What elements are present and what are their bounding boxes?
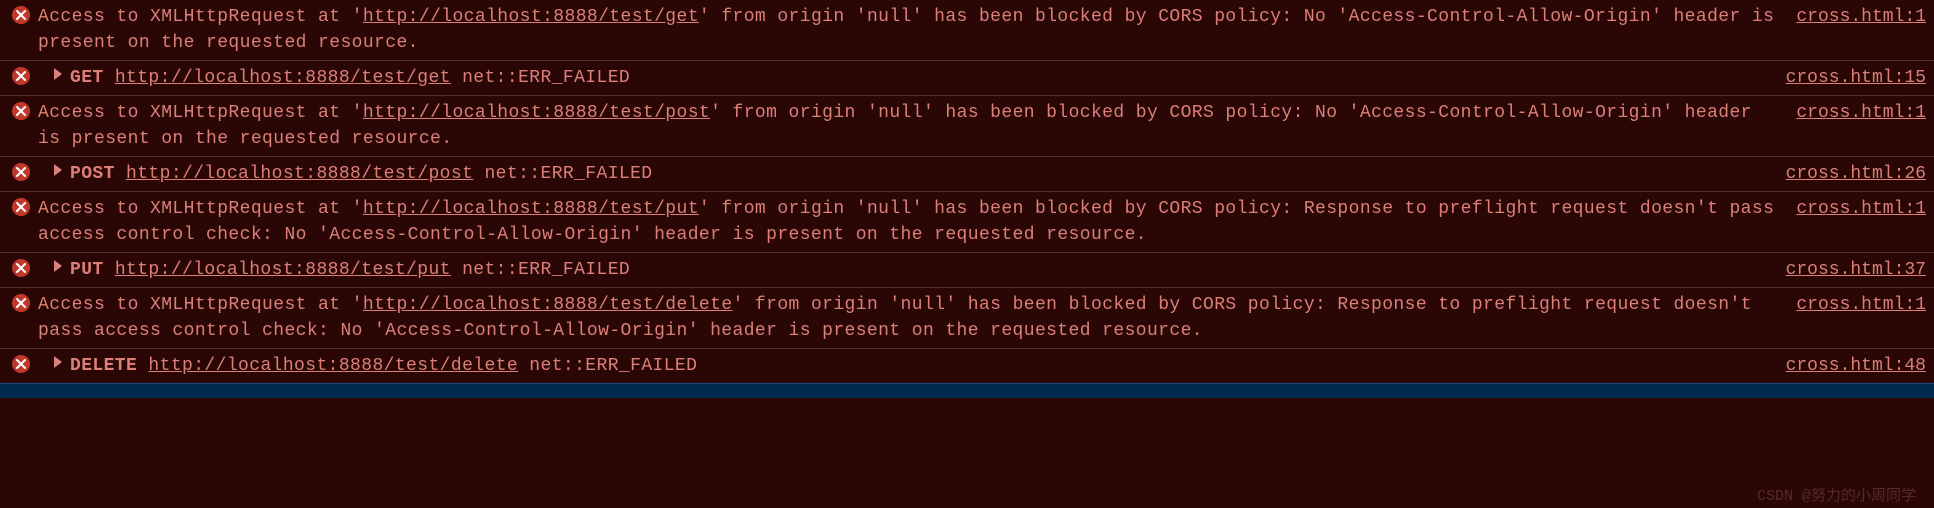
url-link[interactable]: http://localhost:8888/test/get — [115, 68, 451, 88]
message-text: Access to XMLHttpRequest at ' — [38, 7, 363, 27]
console-error-row[interactable]: POST http://localhost:8888/test/post net… — [0, 156, 1934, 191]
error-message: Access to XMLHttpRequest at 'http://loca… — [38, 292, 1776, 344]
error-message: Access to XMLHttpRequest at 'http://loca… — [38, 4, 1776, 56]
error-message: Access to XMLHttpRequest at 'http://loca… — [38, 100, 1776, 152]
error-icon — [12, 67, 30, 85]
url-link[interactable]: http://localhost:8888/test/post — [363, 103, 710, 123]
url-link[interactable]: http://localhost:8888/test/put — [115, 260, 451, 280]
source-link[interactable]: cross.html:1 — [1776, 196, 1926, 222]
error-icon — [12, 163, 30, 181]
devtools-console: Access to XMLHttpRequest at 'http://loca… — [0, 0, 1934, 383]
console-error-row[interactable]: PUT http://localhost:8888/test/put net::… — [0, 252, 1934, 287]
console-error-row[interactable]: Access to XMLHttpRequest at 'http://loca… — [0, 0, 1934, 60]
error-icon — [12, 6, 30, 24]
message-text: PUT — [70, 260, 115, 280]
source-link[interactable]: cross.html:1 — [1776, 100, 1926, 126]
url-link[interactable]: http://localhost:8888/test/delete — [363, 295, 733, 315]
message-text: net::ERR_FAILED — [451, 68, 630, 88]
message-text: GET — [70, 68, 115, 88]
error-icon — [12, 198, 30, 216]
url-link[interactable]: http://localhost:8888/test/post — [126, 164, 473, 184]
message-text: net::ERR_FAILED — [518, 356, 697, 376]
source-link[interactable]: cross.html:26 — [1766, 161, 1926, 187]
expand-toggle-icon[interactable] — [54, 260, 62, 272]
message-text: net::ERR_FAILED — [473, 164, 652, 184]
message-text: DELETE — [70, 356, 148, 376]
source-link[interactable]: cross.html:1 — [1776, 292, 1926, 318]
url-link[interactable]: http://localhost:8888/test/get — [363, 7, 699, 27]
url-link[interactable]: http://localhost:8888/test/delete — [148, 356, 518, 376]
expand-toggle-icon[interactable] — [54, 164, 62, 176]
watermark: CSDN @努力的小周同学 — [1757, 484, 1916, 505]
message-text: POST — [70, 164, 126, 184]
source-link[interactable]: cross.html:15 — [1766, 65, 1926, 91]
message-text: Access to XMLHttpRequest at ' — [38, 103, 363, 123]
message-text: Access to XMLHttpRequest at ' — [38, 295, 363, 315]
console-error-row[interactable]: DELETE http://localhost:8888/test/delete… — [0, 348, 1934, 383]
error-icon — [12, 102, 30, 120]
expand-toggle-icon[interactable] — [54, 356, 62, 368]
console-error-row[interactable]: Access to XMLHttpRequest at 'http://loca… — [0, 191, 1934, 252]
message-text: net::ERR_FAILED — [451, 260, 630, 280]
error-icon — [12, 259, 30, 277]
error-icon — [12, 355, 30, 373]
console-error-row[interactable]: GET http://localhost:8888/test/get net::… — [0, 60, 1934, 95]
error-message: PUT http://localhost:8888/test/put net::… — [38, 257, 1766, 283]
error-message: POST http://localhost:8888/test/post net… — [38, 161, 1766, 187]
console-error-row[interactable]: Access to XMLHttpRequest at 'http://loca… — [0, 95, 1934, 156]
url-link[interactable]: http://localhost:8888/test/put — [363, 199, 699, 219]
prompt-bar[interactable] — [0, 383, 1934, 398]
message-text: Access to XMLHttpRequest at ' — [38, 199, 363, 219]
error-message: DELETE http://localhost:8888/test/delete… — [38, 353, 1766, 379]
error-message: GET http://localhost:8888/test/get net::… — [38, 65, 1766, 91]
error-icon — [12, 294, 30, 312]
source-link[interactable]: cross.html:37 — [1766, 257, 1926, 283]
expand-toggle-icon[interactable] — [54, 68, 62, 80]
error-message: Access to XMLHttpRequest at 'http://loca… — [38, 196, 1776, 248]
source-link[interactable]: cross.html:1 — [1776, 4, 1926, 30]
source-link[interactable]: cross.html:48 — [1766, 353, 1926, 379]
console-error-row[interactable]: Access to XMLHttpRequest at 'http://loca… — [0, 287, 1934, 348]
